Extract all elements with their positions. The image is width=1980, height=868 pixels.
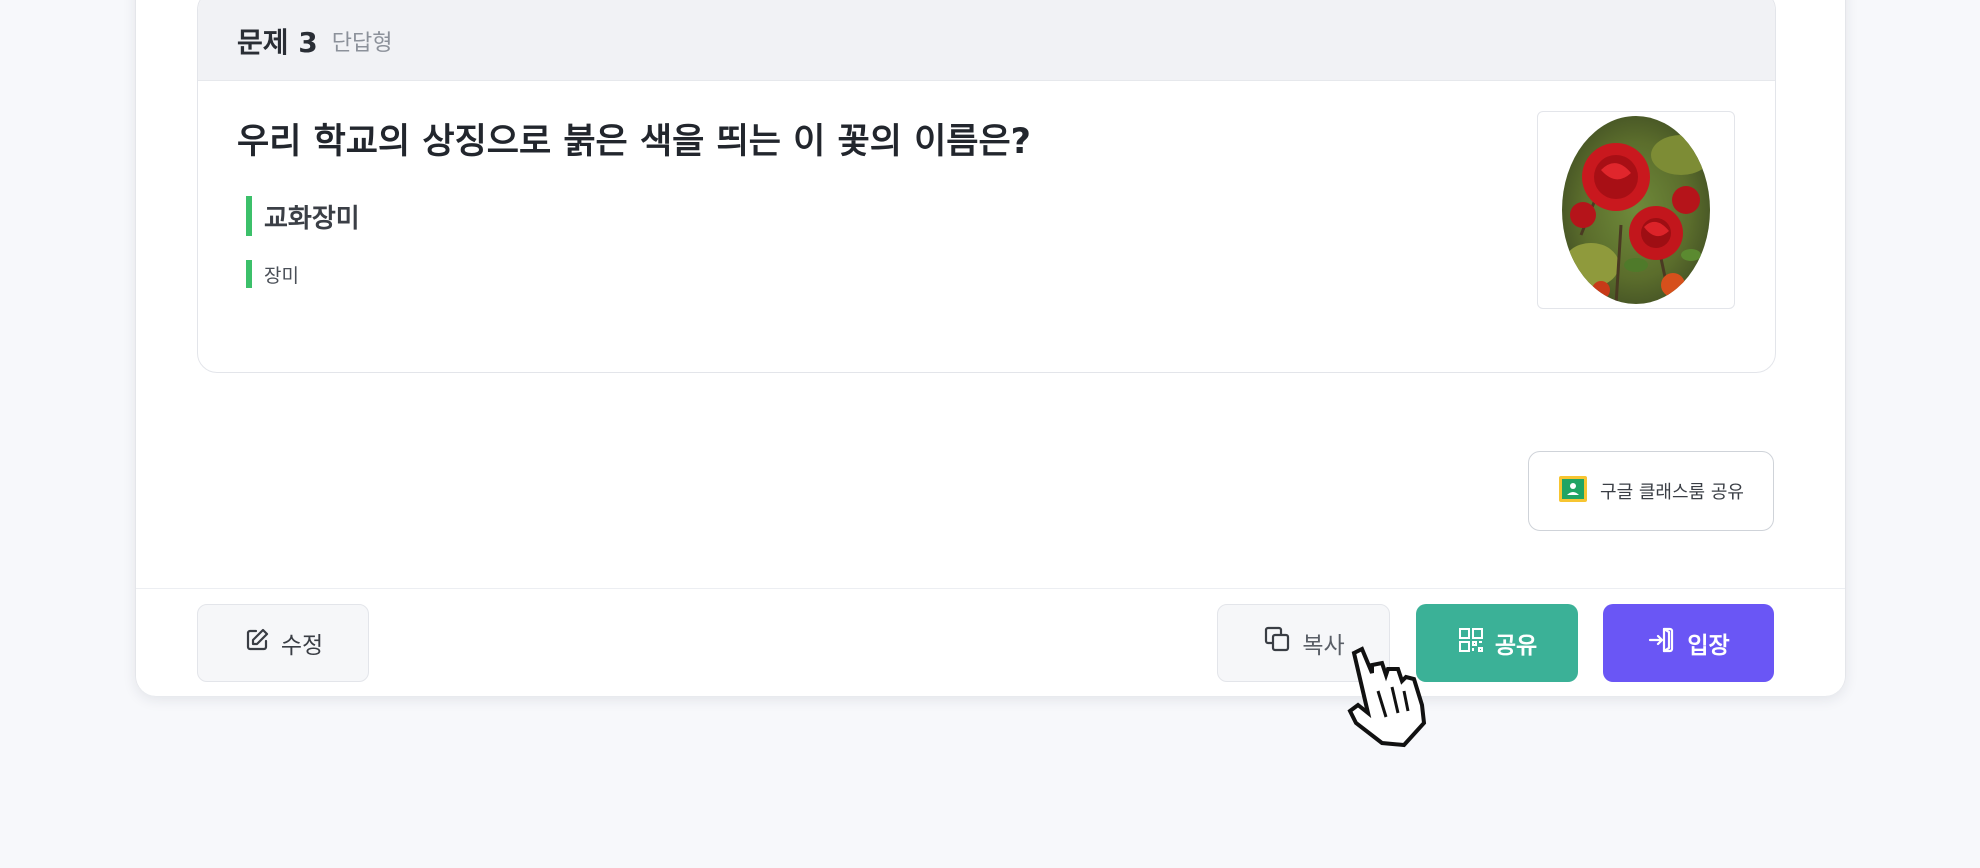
google-classroom-icon [1558, 474, 1588, 509]
question-header: 문제 3 단답형 [198, 0, 1775, 81]
hand-pointer-cursor-icon [1342, 645, 1452, 759]
google-classroom-share-label: 구글 클래스룸 공유 [1600, 482, 1744, 503]
enter-label: 입장 [1687, 633, 1730, 659]
question-type: 단답형 [331, 30, 393, 56]
question-title: 우리 학교의 상징으로 붉은 색을 띄는 이 꽃의 이름은? [237, 122, 1031, 162]
edit-button[interactable]: 수정 [197, 604, 369, 682]
question-number: 문제 3 [237, 25, 318, 59]
rose-image [1562, 116, 1710, 304]
google-classroom-share-button[interactable]: 구글 클래스룸 공유 [1528, 451, 1774, 531]
question-image [1537, 111, 1735, 309]
enter-icon [1647, 625, 1677, 661]
card-footer [136, 588, 1845, 696]
question-box: 문제 3 단답형 우리 학교의 상징으로 붉은 색을 띄는 이 꽃의 이름은? … [197, 0, 1776, 373]
copy-label: 복사 [1302, 633, 1345, 659]
share-label: 공유 [1494, 633, 1538, 659]
edit-label: 수정 [280, 633, 324, 659]
answer-primary: 교화장미 [246, 196, 360, 236]
enter-button[interactable]: 입장 [1603, 604, 1774, 682]
edit-icon [243, 626, 271, 660]
answer-alternate: 장미 [246, 260, 299, 288]
qr-code-icon [1457, 626, 1485, 660]
copy-icon [1262, 625, 1292, 661]
